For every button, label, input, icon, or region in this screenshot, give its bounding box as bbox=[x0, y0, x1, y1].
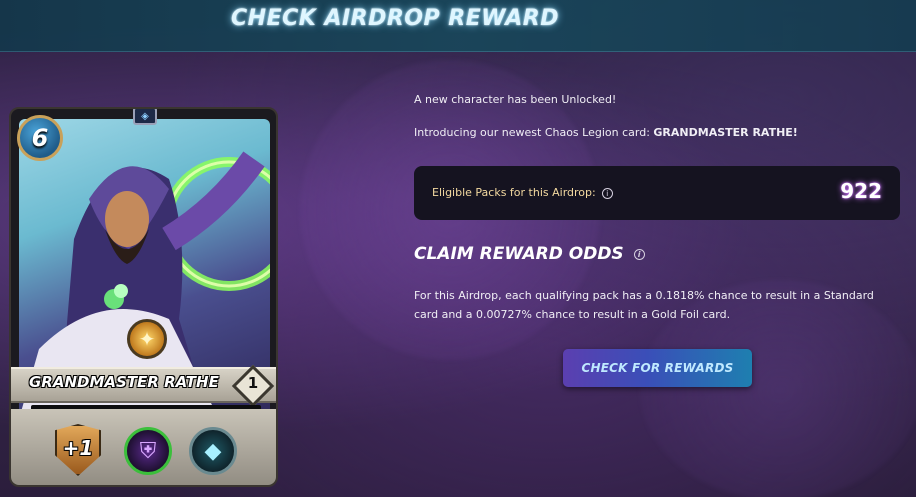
intro-message: Introducing our newest Chaos Legion card… bbox=[414, 126, 798, 139]
info-icon[interactable]: i bbox=[601, 187, 613, 199]
card-name: GRANDMASTER RATHE bbox=[29, 373, 219, 391]
eligible-packs-count: 922 bbox=[840, 179, 882, 203]
splinter-emblem-icon: ✦ bbox=[127, 319, 167, 359]
odds-info-icon[interactable]: i bbox=[633, 248, 645, 260]
card-edition-gem-icon: ◈ bbox=[133, 109, 157, 125]
odds-heading: CLAIM REWARD ODDS i bbox=[414, 244, 645, 264]
intro-prefix: Introducing our newest Chaos Legion card… bbox=[414, 126, 654, 139]
odds-title-text: CLAIM REWARD ODDS bbox=[414, 244, 624, 264]
eligible-packs-label: Eligible Packs for this Airdrop: i bbox=[432, 186, 613, 199]
shield-ability-icon: ⛨ bbox=[124, 427, 172, 475]
odds-description: For this Airdrop, each qualifying pack h… bbox=[414, 289, 874, 321]
unlock-message: A new character has been Unlocked! bbox=[414, 93, 617, 106]
eligible-packs-panel: Eligible Packs for this Airdrop: i 922 bbox=[414, 166, 900, 220]
card-level: 1 bbox=[247, 374, 259, 392]
page-title: CHECK AIRDROP REWARD bbox=[231, 6, 559, 31]
check-for-rewards-button[interactable]: CHECK FOR REWARDS bbox=[563, 349, 752, 387]
eligible-packs-text: Eligible Packs for this Airdrop: bbox=[432, 186, 596, 199]
airdrop-card: ◈ 6 ✦ GRANDMASTER RATHE 1 +1 ⛨ ◆ bbox=[9, 107, 278, 487]
intro-card-name: GRANDMASTER RATHE! bbox=[653, 126, 798, 139]
header-bar: CHECK AIRDROP REWARD bbox=[0, 0, 916, 52]
reflect-ability-icon: ◆ bbox=[189, 427, 237, 475]
mana-cost-badge: 6 bbox=[17, 115, 63, 161]
shield-stat-value: +1 bbox=[62, 436, 94, 460]
